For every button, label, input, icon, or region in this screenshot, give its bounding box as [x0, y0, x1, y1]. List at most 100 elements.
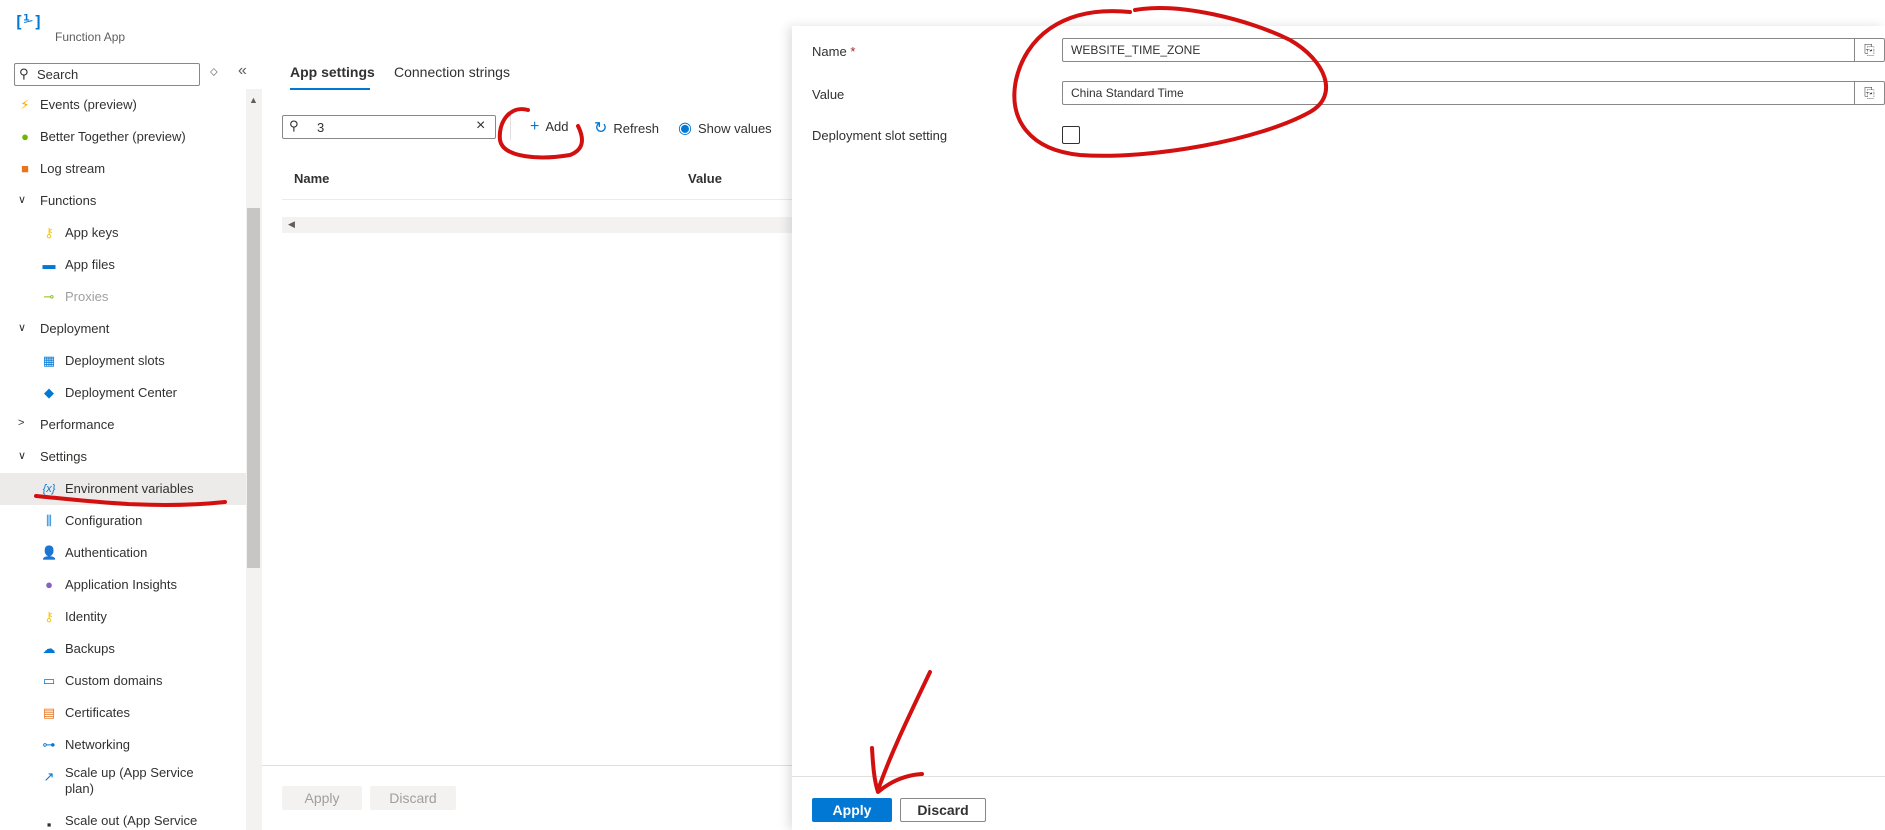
menu-search-input[interactable]	[37, 66, 192, 83]
menu-search-box[interactable]: ⚲	[14, 63, 200, 86]
scale-up-icon: ↗	[43, 769, 55, 784]
panel-footer-divider	[792, 776, 1885, 777]
menu-item-identity[interactable]: ⚷ Identity	[0, 601, 246, 633]
menu-item-label: Log stream	[40, 161, 106, 176]
menu-group-settings[interactable]: ∨ Settings	[0, 441, 246, 473]
menu-item-app-files[interactable]: ▬ App files	[0, 249, 246, 281]
menu-item-deployment-center[interactable]: ◆ Deployment Center	[0, 377, 246, 409]
menu-group-performance[interactable]: > Performance	[0, 409, 246, 441]
table-horizontal-scrollbar[interactable]: ◀	[282, 217, 792, 233]
tab-connection-strings[interactable]: Connection strings	[394, 64, 510, 80]
app-files-icon: ▬	[42, 257, 56, 272]
scroll-left-arrow-icon[interactable]: ◀	[288, 219, 295, 230]
chevron-down-icon: ∨	[18, 194, 27, 206]
scroll-up-arrow-icon[interactable]: ▲	[249, 95, 258, 105]
copy-icon[interactable]: ⎘	[1854, 39, 1884, 61]
menu-item-label: Backups	[65, 641, 115, 656]
menu-item-app-keys[interactable]: ⚷ App keys	[0, 217, 246, 249]
add-button-label: Add	[545, 119, 569, 134]
scrollbar-thumb[interactable]	[247, 208, 260, 568]
log-stream-icon: ■	[21, 161, 29, 176]
menu-item-certificates[interactable]: ▤ Certificates	[0, 697, 246, 729]
refresh-button[interactable]: ↻ Refresh	[594, 118, 659, 138]
menu-item-label: Environment variables	[65, 481, 194, 496]
show-values-button-label: Show values	[697, 121, 772, 136]
resource-type-label: Function App	[55, 30, 126, 44]
toolbar-divider	[510, 112, 511, 140]
add-button[interactable]: + Add	[530, 118, 568, 138]
copy-icon[interactable]: ⎘	[1854, 82, 1884, 104]
chevron-right-icon: >	[18, 417, 25, 429]
search-icon: ⚲	[289, 118, 299, 133]
deployment-slots-icon: ▦	[42, 353, 56, 368]
name-label: Name *	[812, 44, 855, 59]
menu-item-deployment-slots[interactable]: ▦ Deployment slots	[0, 345, 246, 377]
chevron-down-icon: ∨	[18, 322, 27, 334]
apply-button[interactable]: Apply	[812, 798, 892, 822]
sort-icon[interactable]: ⬦	[210, 66, 218, 79]
menu-item-scale-up[interactable]: ↗ Scale up (App Service plan)	[0, 761, 246, 801]
menu-group-functions[interactable]: ∨ Functions	[0, 185, 246, 217]
menu-group-deployment[interactable]: ∨ Deployment	[0, 313, 246, 345]
tab-app-settings[interactable]: App settings	[290, 64, 375, 80]
value-label: Value	[812, 87, 845, 102]
menu-group-label: Functions	[40, 193, 97, 208]
column-header-name[interactable]: Name	[294, 171, 329, 186]
filter-input[interactable]	[317, 119, 467, 135]
menu-item-label: Deployment Center	[65, 385, 177, 400]
column-header-value[interactable]: Value	[688, 171, 722, 186]
menu-item-label: Proxies	[65, 289, 109, 304]
menu-item-label: Custom domains	[65, 673, 163, 688]
proxies-icon: ⊸	[43, 289, 55, 304]
name-field[interactable]: WEBSITE_TIME_ZONE ⎘	[1062, 38, 1885, 62]
resource-menu: [⅟] Function App ⚲ ⬦ « ⚡ Events (preview…	[0, 0, 262, 830]
authentication-icon: 👤	[41, 545, 58, 560]
value-field[interactable]: China Standard Time ⎘	[1062, 81, 1885, 105]
menu-item-label: Identity	[65, 609, 107, 624]
menu-scrollbar[interactable]: ▲	[246, 89, 262, 830]
menu-item-scale-out[interactable]: ▪ Scale out (App Service	[0, 809, 246, 830]
refresh-button-label: Refresh	[613, 121, 659, 136]
search-icon: ⚲	[19, 66, 29, 81]
menu-item-environment-variables[interactable]: {x} Environment variables	[0, 473, 246, 505]
menu-item-label: Scale out (App Service	[65, 813, 198, 828]
menu-group-label: Performance	[40, 417, 115, 432]
key-icon: ⚷	[44, 225, 54, 240]
name-field-value: WEBSITE_TIME_ZONE	[1071, 43, 1201, 57]
menu-item-events[interactable]: ⚡ Events (preview)	[0, 89, 246, 121]
identity-icon: ⚷	[44, 609, 54, 624]
name-label-text: Name	[812, 44, 847, 59]
menu-item-networking[interactable]: ⊶ Networking	[0, 729, 246, 761]
deployment-slot-setting-label: Deployment slot setting	[812, 128, 948, 143]
show-values-button[interactable]: ◉ Show values	[678, 118, 772, 138]
menu-item-application-insights[interactable]: ● Application Insights	[0, 569, 246, 601]
discard-button[interactable]: Discard	[900, 798, 986, 822]
collapse-menu-icon[interactable]: «	[238, 62, 247, 80]
certificates-icon: ▤	[42, 705, 56, 720]
custom-domains-icon: ▭	[42, 673, 56, 688]
menu-item-label: Application Insights	[65, 577, 178, 592]
menu-item-configuration[interactable]: ⫼ Configuration	[0, 505, 246, 537]
footer-divider	[262, 765, 792, 766]
function-app-logo-icon: [⅟]	[14, 12, 43, 31]
menu-item-custom-domains[interactable]: ▭ Custom domains	[0, 665, 246, 697]
discard-button-disabled[interactable]: Discard	[370, 786, 456, 810]
environment-variables-icon: {x}	[42, 483, 56, 495]
lightbulb-icon: ●	[21, 129, 29, 144]
active-tab-indicator	[290, 88, 370, 90]
menu-list: ⚡ Events (preview) ● Better Together (pr…	[0, 89, 246, 830]
table-header-divider	[282, 199, 792, 200]
filter-box[interactable]: ⚲ ×	[282, 115, 496, 139]
required-asterisk: *	[850, 44, 856, 59]
menu-item-log-stream[interactable]: ■ Log stream	[0, 153, 246, 185]
menu-item-label: Configuration	[65, 513, 143, 528]
menu-item-better-together[interactable]: ● Better Together (preview)	[0, 121, 246, 153]
menu-item-authentication[interactable]: 👤 Authentication	[0, 537, 246, 569]
apply-button-disabled[interactable]: Apply	[282, 786, 362, 810]
edit-app-setting-panel: Name * WEBSITE_TIME_ZONE ⎘ Value China S…	[792, 26, 1885, 830]
deployment-slot-setting-checkbox[interactable]	[1062, 126, 1080, 144]
menu-item-proxies[interactable]: ⊸ Proxies	[0, 281, 246, 313]
menu-item-backups[interactable]: ☁ Backups	[0, 633, 246, 665]
plus-icon: +	[530, 118, 540, 135]
clear-icon[interactable]: ×	[476, 117, 485, 135]
